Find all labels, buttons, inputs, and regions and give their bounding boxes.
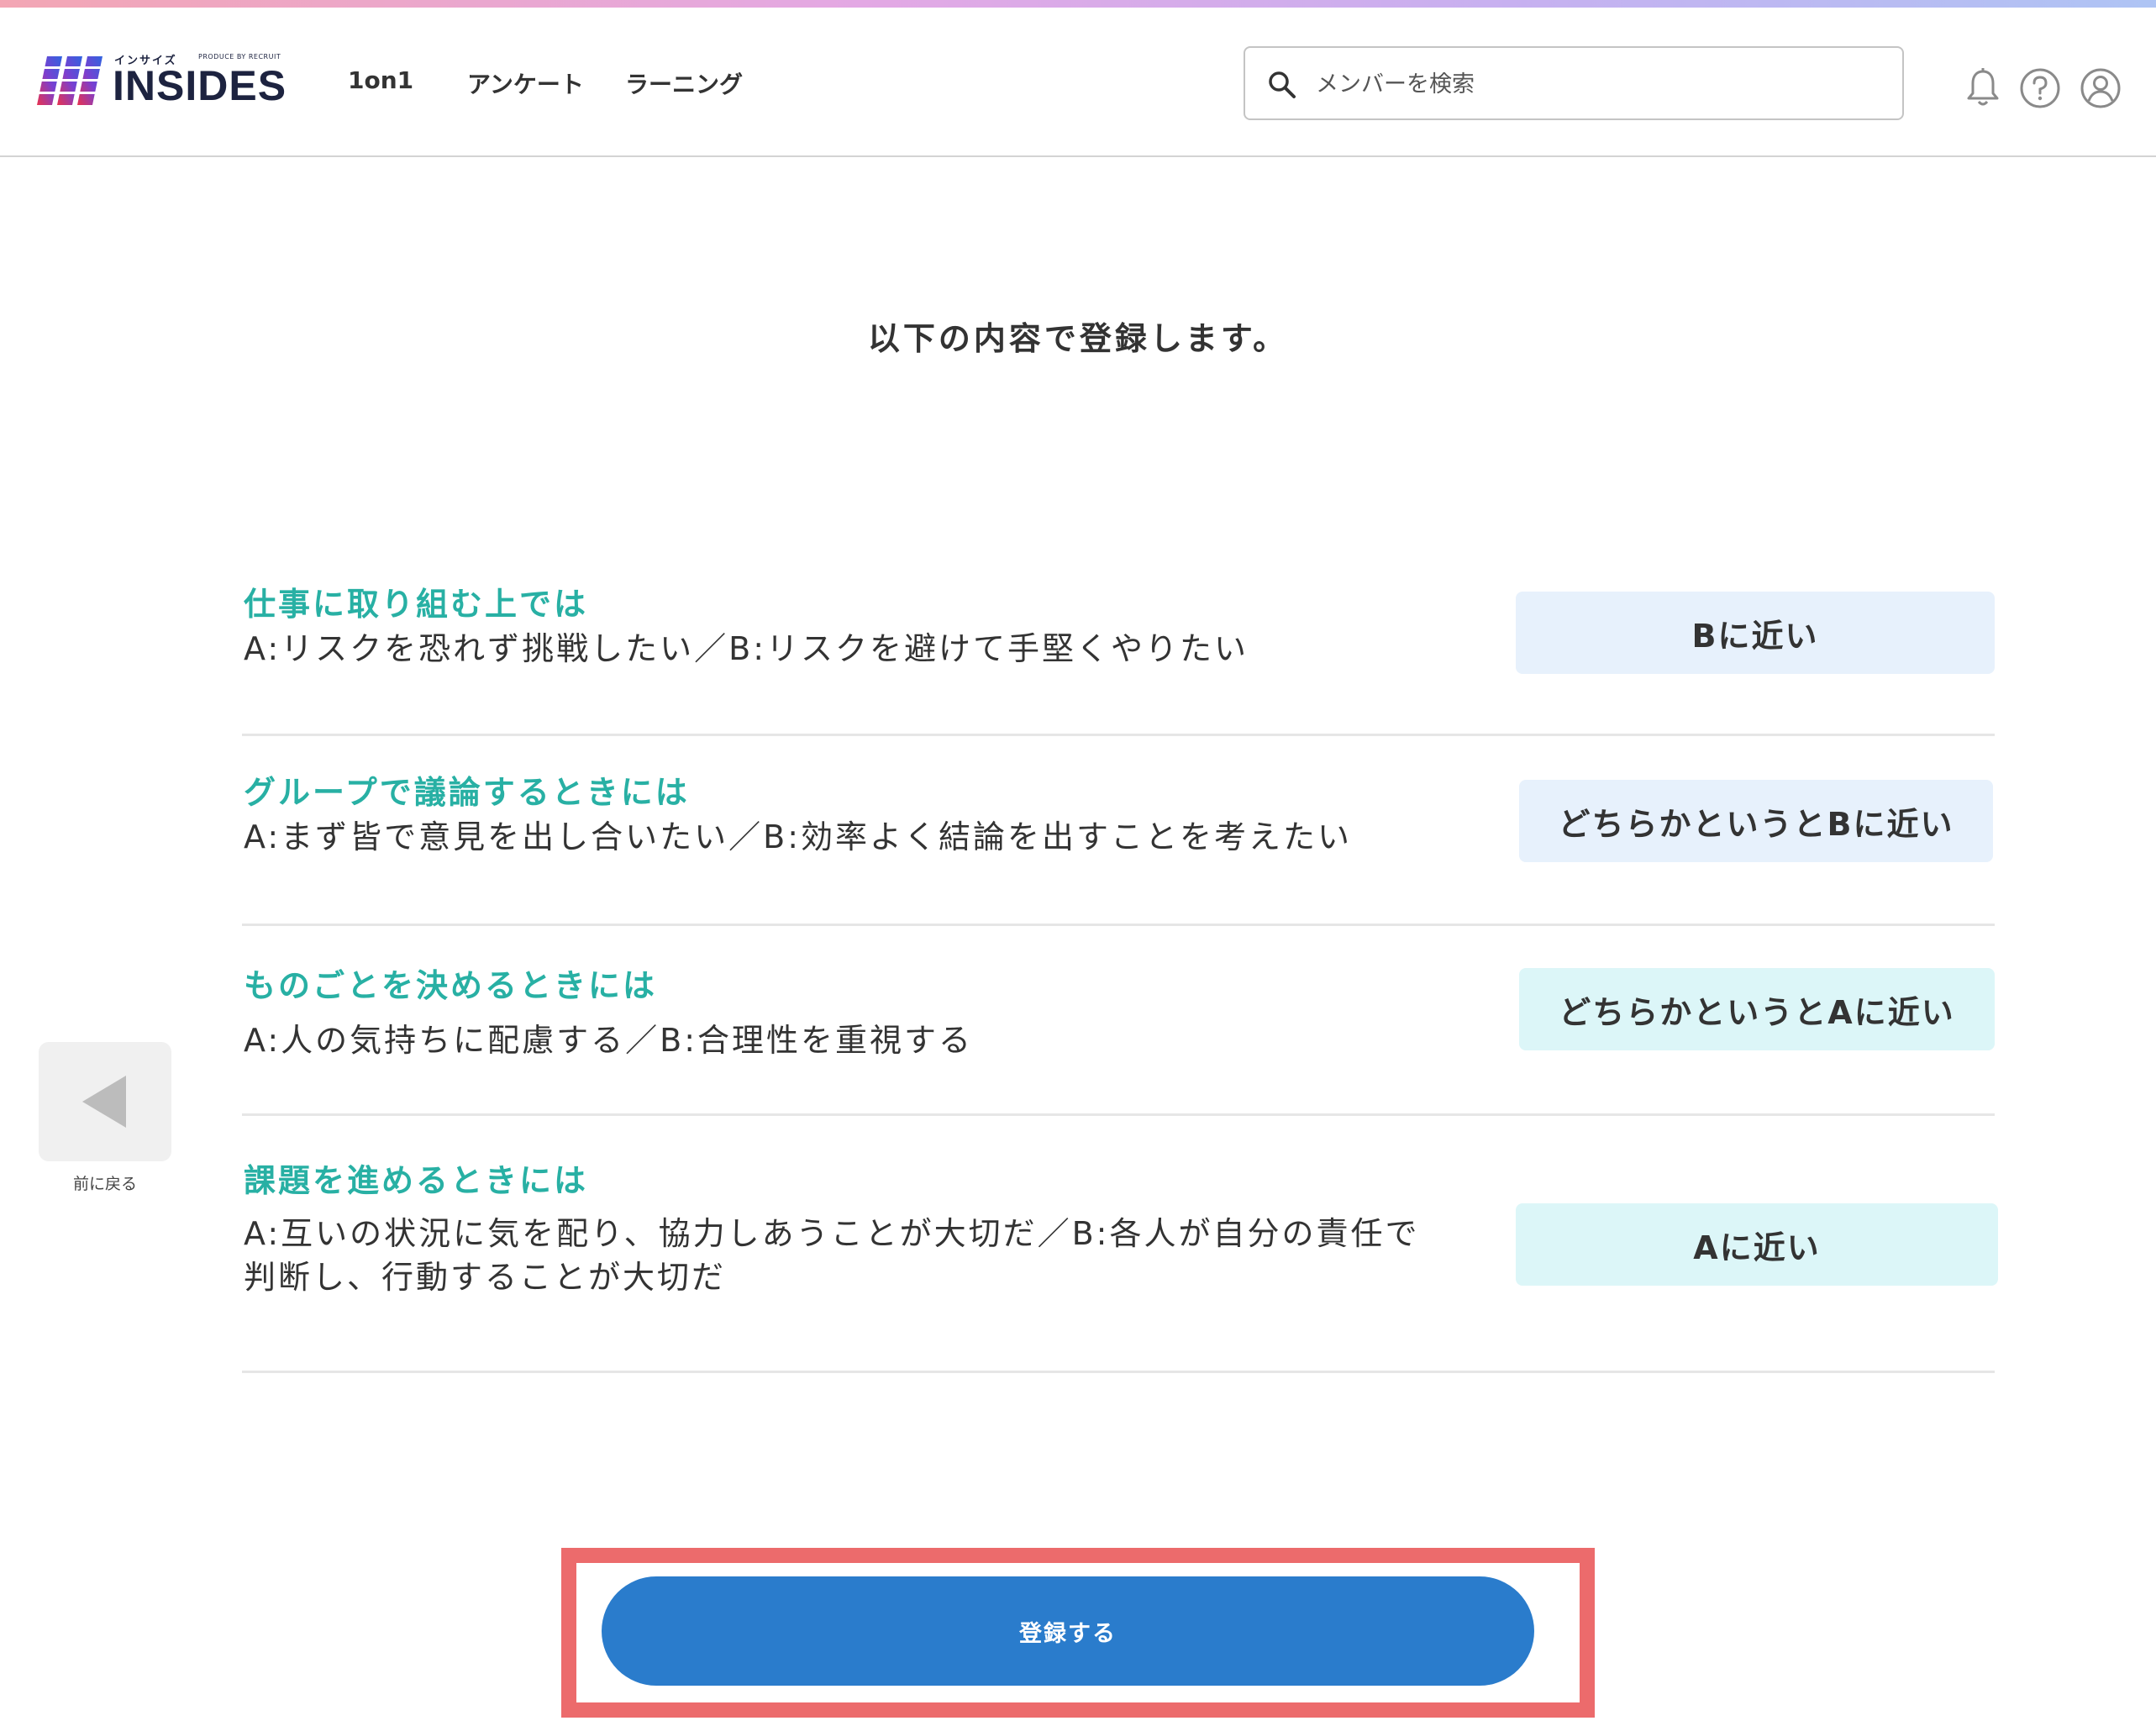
top-gradient-bar: [0, 0, 2156, 8]
register-button[interactable]: 登録する: [602, 1576, 1534, 1686]
answer-badge: Aに近い: [1516, 1203, 1998, 1286]
summary-row: 仕事に取り組む上では A:リスクを恐れず挑戦したい／B:リスクを避けて手堅くやり…: [242, 555, 1995, 736]
help-icon[interactable]: [2018, 66, 2062, 110]
app-header: インサイズ PRODUCE BY RECRUIT INSIDES 1on1 アン…: [0, 8, 2156, 157]
member-search[interactable]: [1244, 46, 1904, 120]
logo-mark-icon: [37, 56, 103, 105]
question-title: 課題を進めるときには: [244, 1162, 589, 1199]
nav-item-survey[interactable]: アンケート: [467, 66, 584, 100]
summary-row: ものごとを決めるときには A:人の気持ちに配慮する／B:合理性を重視する どちら…: [242, 926, 1995, 1116]
nav-item-learning[interactable]: ラーニング: [625, 66, 743, 100]
search-icon: [1269, 71, 1296, 98]
question-title: 仕事に取り組む上では: [244, 586, 589, 623]
answer-badge: Bに近い: [1516, 592, 1995, 674]
logo-wordmark: INSIDES: [113, 62, 287, 109]
nav-item-1on1[interactable]: 1on1: [348, 66, 413, 94]
summary-row: グループで議論するときには A:まず皆で意見を出し合いたい／B:効率よく結論を出…: [242, 736, 1995, 926]
summary-row: 課題を進めるときには A:互いの状況に気を配り、協力しあうことが大切だ／B:各人…: [242, 1116, 1998, 1373]
answer-badge: どちらかというとBに近い: [1519, 780, 1993, 862]
insides-logo[interactable]: インサイズ PRODUCE BY RECRUIT INSIDES: [37, 48, 289, 115]
answer-badge: どちらかというとAに近い: [1519, 968, 1995, 1050]
page-title: 以下の内容で登録します。: [867, 320, 1289, 357]
question-options: A:人の気持ちに配慮する／B:合理性を重視する: [244, 1022, 974, 1059]
bell-icon[interactable]: [1961, 66, 2005, 110]
question-title: ものごとを決めるときには: [244, 967, 658, 1004]
logo-produce-by: PRODUCE BY RECRUIT: [198, 53, 281, 61]
back-label: 前に戻る: [72, 1175, 137, 1193]
account-icon[interactable]: [2079, 66, 2122, 110]
back-button[interactable]: [39, 1042, 171, 1161]
question-options: A:リスクを恐れず挑戦したい／B:リスクを避けて手堅くやりたい: [244, 630, 1249, 667]
question-options: A:まず皆で意見を出し合いたい／B:効率よく結論を出すことを考えたい: [244, 818, 1353, 855]
search-input[interactable]: [1316, 63, 1887, 105]
question-title: グループで議論するときには: [244, 774, 690, 811]
triangle-left-icon: [82, 1076, 126, 1128]
question-options: A:互いの状況に気を配り、協力しあうことが大切だ／B:各人が自分の責任で判断し、…: [244, 1215, 1420, 1296]
